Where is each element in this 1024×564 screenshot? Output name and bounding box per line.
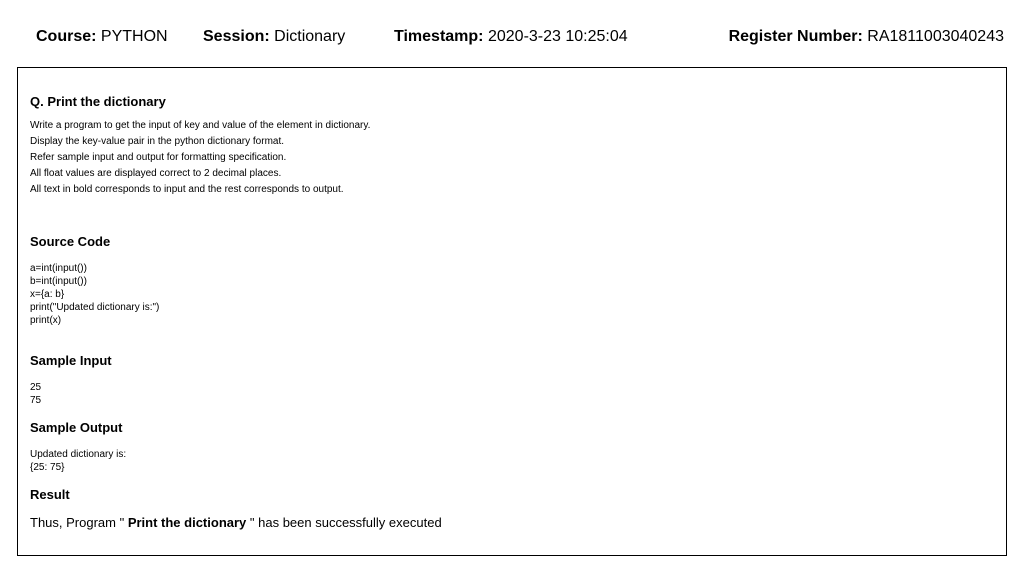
question-line: Refer sample input and output for format…: [30, 152, 287, 163]
code-line: print(x): [30, 315, 62, 326]
timestamp-value: 2020-3-23 10:25:04: [487, 28, 628, 45]
question-line: All text in bold corresponds to input an…: [30, 184, 344, 195]
result-text: Thus, Program " Print the dictionary " h…: [30, 515, 442, 530]
course-label: Course:: [36, 28, 97, 45]
code-line: b=int(input()): [30, 276, 87, 287]
code-line: print("Updated dictionary is:"): [30, 302, 160, 313]
code-line: a=int(input()): [30, 263, 87, 274]
output-line: {25: 75}: [30, 462, 65, 473]
sample-output: Updated dictionary is: {25: 75}: [30, 448, 126, 474]
input-line: 25: [30, 382, 42, 393]
course-value: PYTHON: [100, 28, 168, 45]
register-value: RA1811003040243: [867, 28, 1004, 45]
sample-input-title: Sample Input: [30, 353, 112, 368]
timestamp-field: Timestamp: 2020-3-23 10:25:04: [394, 28, 628, 46]
source-code-title: Source Code: [30, 234, 111, 249]
register-label: Register Number:: [728, 28, 863, 45]
question-line: All float values are displayed correct t…: [30, 168, 282, 179]
source-code: a=int(input()) b=int(input()) x={a: b} p…: [30, 262, 159, 327]
result-title: Result: [30, 487, 70, 502]
report-box: Q. Print the dictionary Write a program …: [17, 67, 1007, 556]
result-prefix: Thus, Program ": [30, 515, 128, 530]
course-field: Course: PYTHON: [36, 28, 168, 46]
output-line: Updated dictionary is:: [30, 449, 127, 460]
result-suffix: " has been successfully executed: [246, 515, 442, 530]
question-title: Q. Print the dictionary: [30, 94, 166, 109]
sample-input: 25 75: [30, 381, 41, 407]
sample-output-title: Sample Output: [30, 420, 123, 435]
question-description: Write a program to get the input of key …: [30, 118, 370, 198]
session-field: Session: Dictionary: [203, 28, 345, 46]
session-label: Session:: [203, 28, 270, 45]
code-line: x={a: b}: [30, 289, 65, 300]
question-line: Display the key-value pair in the python…: [30, 136, 285, 147]
result-program-name: Print the dictionary: [127, 515, 247, 530]
input-line: 75: [30, 395, 42, 406]
question-line: Write a program to get the input of key …: [30, 120, 371, 131]
register-field: Register Number: RA1811003040243: [729, 28, 1004, 46]
timestamp-label: Timestamp:: [394, 28, 484, 45]
session-value: Dictionary: [274, 28, 346, 45]
